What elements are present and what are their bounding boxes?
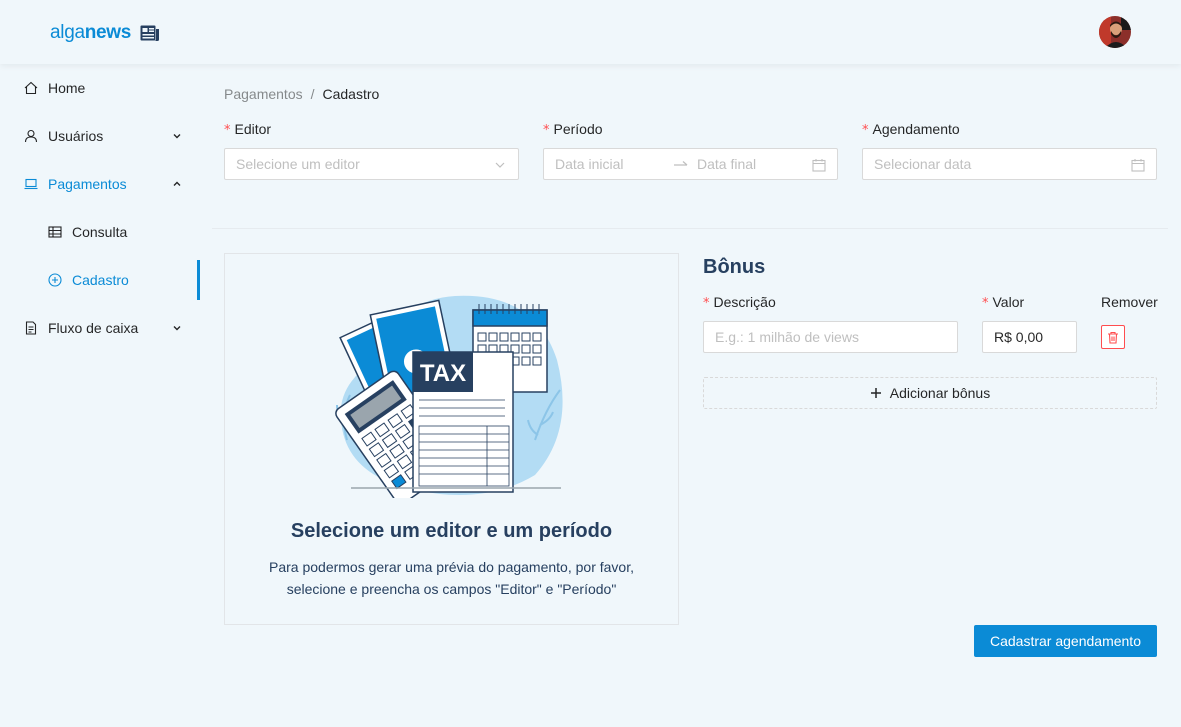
remove-bonus-button[interactable] [1101,325,1125,349]
sidebar-item-label: Home [48,80,86,96]
schedule-date-placeholder: Selecionar data [874,156,972,172]
add-bonus-button[interactable]: Adicionar bônus [703,377,1157,409]
sidebar-item-home[interactable]: Home [0,68,200,108]
bonus-description-input[interactable]: E.g.: 1 milhão de views [703,321,958,353]
period-label: * Período [543,118,603,142]
table-icon [48,225,62,239]
editor-label: * Editor [224,118,271,142]
bonus-remove-label: Remover [1101,294,1158,310]
chevron-down-icon [172,323,182,333]
user-icon [24,129,38,143]
user-avatar[interactable] [1099,16,1131,48]
bonus-title: Bônus [703,256,766,278]
calendar-icon [812,158,826,172]
required-mark: * [543,123,550,138]
editor-select-placeholder: Selecione um editor [236,156,360,172]
chevron-up-icon [172,179,182,189]
breadcrumb: Pagamentos / Cadastro [224,83,379,105]
bonus-value-label-text: Valor [992,294,1025,310]
bonus-value-input[interactable]: R$ 0,00 [982,321,1077,353]
logo-text-light: alga [50,22,85,43]
sidebar-menu: Home Usuários Pagamentos Consulta Cadast… [0,64,200,727]
payment-preview-card: TAX Selecione um editor e um período Par… [224,253,679,625]
chevron-down-icon [493,158,507,172]
tax-illustration: TAX [335,290,567,505]
home-icon [24,81,38,95]
sidebar-item-label: Pagamentos [48,176,127,192]
add-bonus-label: Adicionar bônus [889,385,991,401]
plus-icon [870,387,882,399]
breadcrumb-item-cadastro: Cadastro [322,86,380,102]
logo-text-bold: news [84,22,132,43]
required-mark: * [982,296,989,311]
period-label-text: Período [553,121,603,137]
sidebar-item-label: Usuários [48,128,104,144]
bonus-description-placeholder: E.g.: 1 milhão de views [715,329,859,345]
schedule-date-picker[interactable]: Selecionar data [862,148,1157,180]
sidebar-item-consulta[interactable]: Consulta [0,212,200,252]
submit-schedule-button[interactable]: Cadastrar agendamento [974,625,1157,657]
editor-label-text: Editor [234,121,272,137]
period-end-input[interactable]: Data final [697,156,756,172]
trash-icon [1107,331,1119,344]
section-divider [212,228,1168,229]
plus-circle-icon [48,273,62,287]
bonus-description-label-text: Descrição [713,294,776,310]
chevron-down-icon [172,131,182,141]
bonus-value-label: * Valor [982,291,1024,315]
laptop-icon [24,177,38,191]
editor-select[interactable]: Selecione um editor [224,148,519,180]
sidebar-item-pagamentos[interactable]: Pagamentos [0,164,200,204]
swap-right-icon [673,158,689,172]
bonus-value-text: R$ 0,00 [994,329,1044,345]
sidebar-item-label: Fluxo de caixa [48,320,139,336]
breadcrumb-item-pagamentos[interactable]: Pagamentos [224,83,303,105]
bonus-description-label: * Descrição [703,291,776,315]
required-mark: * [703,296,710,311]
app-logo[interactable]: alga news [50,22,160,44]
preview-description: Para podermos gerar uma prévia do pagame… [269,559,634,597]
schedule-label-text: Agendamento [872,121,960,137]
required-mark: * [862,123,869,138]
sidebar-item-cadastro[interactable]: Cadastro [0,260,200,300]
schedule-label: * Agendamento [862,118,960,142]
period-start-input[interactable]: Data inicial [555,156,623,172]
preview-title: Selecione um editor e um período [290,520,613,542]
newspaper-icon [140,25,160,42]
sidebar-item-label: Cadastro [72,272,129,288]
tax-label: TAX [420,360,466,387]
breadcrumb-separator: / [310,86,315,102]
sidebar-item-usuarios[interactable]: Usuários [0,116,200,156]
sidebar-item-label: Consulta [72,224,128,240]
sidebar-item-fluxo-de-caixa[interactable]: Fluxo de caixa [0,308,200,348]
app-header: alga news [0,0,1181,64]
required-mark: * [224,123,231,138]
file-icon [24,321,38,335]
period-range-picker[interactable]: Data inicial Data final [543,148,838,180]
calendar-icon [1131,158,1145,172]
